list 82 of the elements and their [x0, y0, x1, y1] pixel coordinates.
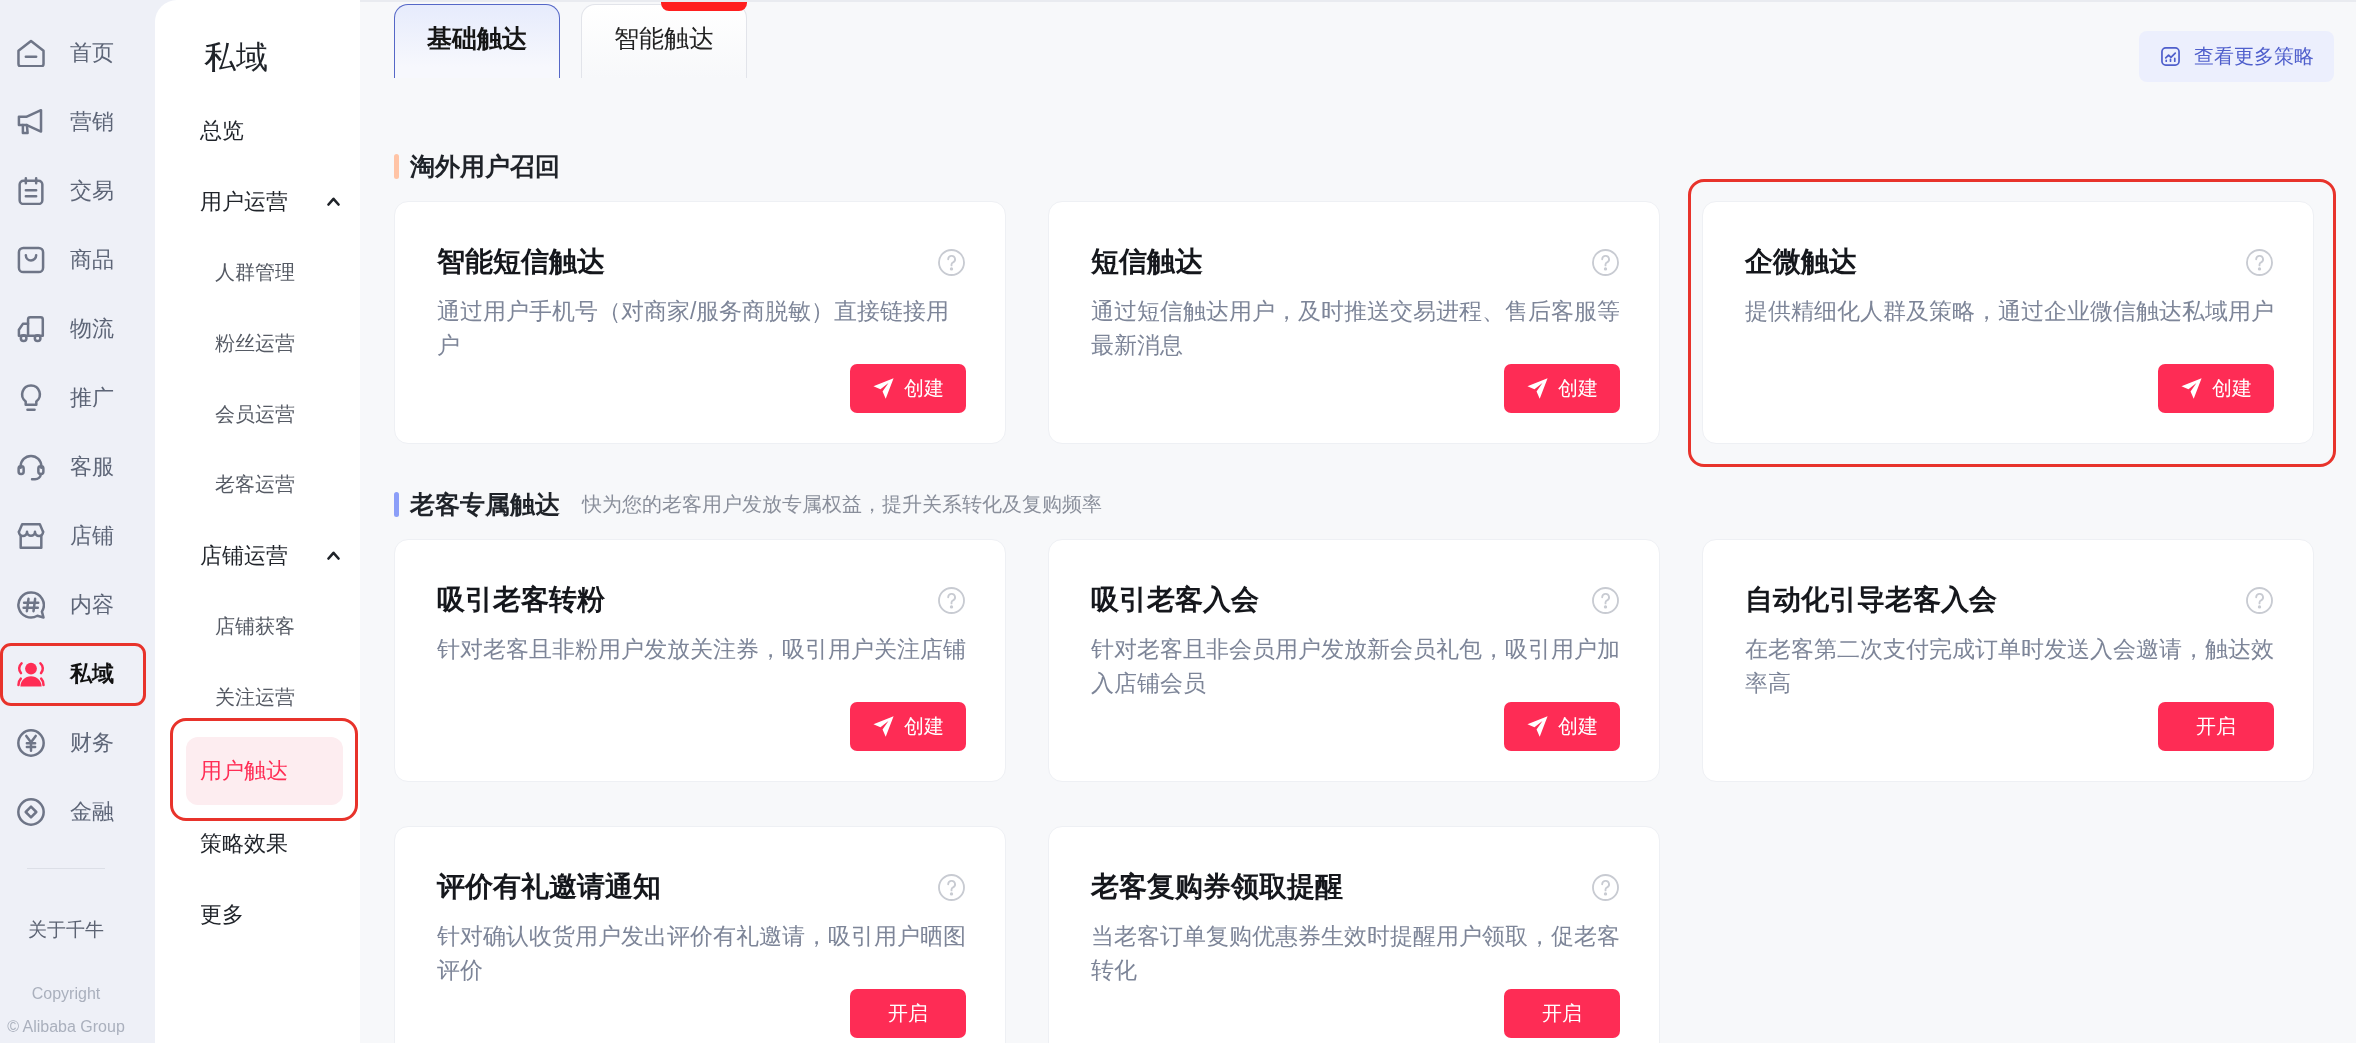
truck-icon — [17, 314, 45, 343]
card-description: 提供精细化人群及策略，通过企业微信触达私域用户 — [1745, 297, 2275, 326]
tab[interactable]: 基础触达 — [394, 4, 560, 78]
section-title: 老客专属触达 — [410, 488, 560, 520]
help-icon[interactable] — [938, 248, 965, 276]
card-title: 吸引老客转粉 — [437, 583, 605, 617]
create-button[interactable]: 创建 — [850, 364, 966, 413]
card-description: 通过短信触达用户，及时推送交易进程、售后客服等最新消息 — [1091, 297, 1621, 360]
yen-icon — [17, 728, 45, 757]
company-text: © Alibaba Group — [6, 1017, 126, 1037]
sidebar-item[interactable]: 更多 — [186, 880, 343, 949]
nav-item[interactable]: 店铺 — [0, 501, 155, 570]
sidebar-group[interactable]: 店铺运营 — [186, 521, 343, 590]
nav-item[interactable]: 交易 — [0, 156, 155, 225]
paper-plane-icon — [2180, 378, 2202, 399]
nav-item[interactable]: 物流 — [0, 294, 155, 363]
card-description: 通过用户手机号（对商家/服务商脱敏）直接链接用户 — [437, 297, 951, 360]
nav-item[interactable]: 私域 — [0, 639, 155, 708]
create-button[interactable]: 创建 — [850, 702, 966, 751]
hash-bubble-icon — [17, 590, 45, 619]
card-title: 吸引老客入会 — [1091, 583, 1259, 617]
card-description: 针对老客且非会员用户发放新会员礼包，吸引用户加入店铺会员 — [1091, 635, 1621, 698]
create-button[interactable]: 创建 — [1504, 364, 1620, 413]
sidebar-item[interactable]: 总览 — [186, 97, 343, 165]
help-icon[interactable] — [1592, 873, 1619, 901]
sidebar-subitem[interactable]: 人群管理 — [186, 238, 343, 307]
chart-icon — [2161, 47, 2180, 66]
sidebar-item[interactable]: 用户触达 — [186, 736, 343, 805]
paper-plane-icon — [1526, 378, 1548, 399]
sidebar-subitem[interactable]: 关注运营 — [186, 663, 343, 731]
help-icon[interactable] — [938, 873, 965, 901]
headset-icon — [17, 452, 45, 481]
paper-plane-icon — [1526, 716, 1548, 737]
help-icon[interactable] — [938, 586, 965, 614]
nav-item[interactable]: 内容 — [0, 570, 155, 639]
tab[interactable]: 智能触达 — [581, 4, 747, 78]
enable-button[interactable]: 开启 — [850, 989, 966, 1038]
sidebar-subitem[interactable]: 粉丝运营 — [186, 309, 343, 378]
card-title: 企微触达 — [1745, 245, 1857, 279]
sidebar-subitem[interactable]: 店铺获客 — [186, 592, 343, 661]
people-icon — [17, 659, 45, 688]
create-button[interactable]: 创建 — [2158, 364, 2274, 413]
enable-button[interactable]: 开启 — [1504, 989, 1620, 1038]
house-icon — [17, 38, 45, 67]
nav-item[interactable]: 财务 — [0, 708, 155, 777]
sidebar-group[interactable]: 用户运营 — [186, 167, 343, 236]
help-icon[interactable] — [2246, 586, 2273, 614]
nav-item[interactable]: 营销 — [0, 87, 155, 156]
nav-item[interactable]: 首页 — [0, 18, 155, 87]
help-icon[interactable] — [1592, 586, 1619, 614]
nav-item[interactable]: 金融 — [0, 777, 155, 846]
store-icon — [17, 521, 45, 550]
help-icon[interactable] — [2246, 248, 2273, 276]
bag-icon — [17, 245, 45, 274]
paper-plane-icon — [872, 716, 894, 737]
card-title: 短信触达 — [1091, 245, 1203, 279]
card-description: 针对确认收货用户发出评价有礼邀请，吸引用户晒图评价 — [437, 922, 967, 985]
sidebar-subitem[interactable]: 会员运营 — [186, 380, 343, 448]
card-description: 针对老客且非粉用户发放关注券，吸引用户关注店铺 — [437, 635, 967, 664]
card-description: 在老客第二次支付完成订单时发送入会邀请，触达效率高 — [1745, 635, 2275, 698]
enable-button[interactable]: 开启 — [2158, 702, 2274, 751]
nav-item[interactable]: 商品 — [0, 225, 155, 294]
paper-plane-icon — [872, 378, 894, 399]
create-button[interactable]: 创建 — [1504, 702, 1620, 751]
about-link[interactable]: 关于千牛 — [0, 918, 132, 942]
nav-item[interactable]: 客服 — [0, 432, 155, 501]
sidebar-subitem[interactable]: 老客运营 — [186, 450, 343, 519]
card-title: 老客复购券领取提醒 — [1091, 870, 1343, 904]
sidebar-title: 私域 — [203, 38, 269, 77]
card-title: 智能短信触达 — [437, 245, 605, 279]
sidebar-item[interactable]: 策略效果 — [186, 810, 343, 878]
card-description: 当老客订单复购优惠券生效时提醒用户领取，促老客转化 — [1091, 922, 1621, 985]
section-subtitle: 快为您的老客用户发放专属权益，提升关系转化及复购频率 — [582, 491, 1102, 517]
card-title: 自动化引导老客入会 — [1745, 583, 1997, 617]
copyright-text: Copyright — [30, 984, 102, 1004]
megaphone-icon — [17, 107, 45, 136]
nav-item[interactable]: 推广 — [0, 363, 155, 432]
clipboard-icon — [17, 176, 45, 205]
section-title: 淘外用户召回 — [410, 150, 560, 182]
help-icon[interactable] — [1592, 248, 1619, 276]
card-title: 评价有礼邀请通知 — [437, 870, 661, 904]
more-strategies-button[interactable]: 查看更多策略 — [2139, 31, 2334, 82]
